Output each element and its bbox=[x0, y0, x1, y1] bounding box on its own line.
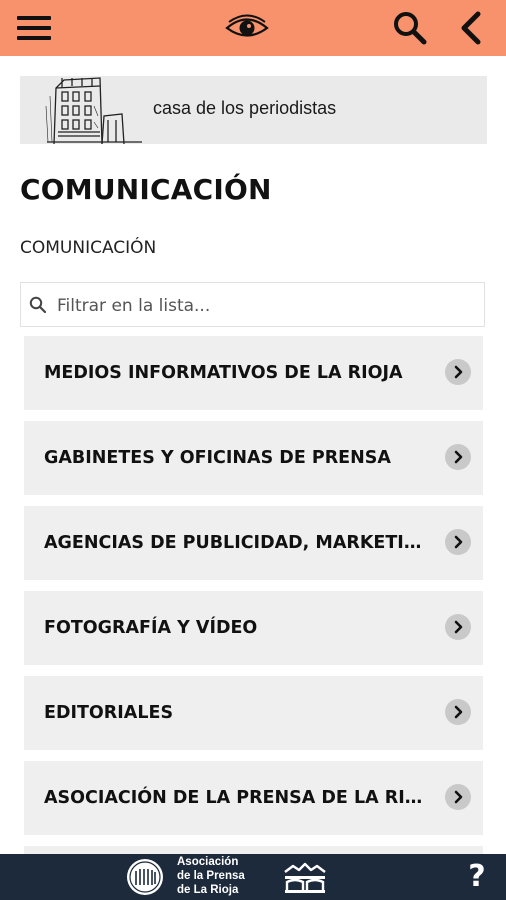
banner[interactable]: casa de los periodistas bbox=[20, 76, 487, 144]
filter-field[interactable] bbox=[20, 282, 485, 327]
chevron-right-icon bbox=[445, 359, 471, 385]
list-item[interactable] bbox=[24, 846, 483, 854]
list-item[interactable]: ASOCIACIÓN DE LA PRENSA DE LA RIOJA bbox=[24, 761, 483, 835]
list-item-label: GABINETES Y OFICINAS DE PRENSA bbox=[44, 448, 391, 468]
search-icon bbox=[29, 296, 47, 314]
list-item-label: EDITORIALES bbox=[44, 703, 174, 723]
back-button[interactable] bbox=[452, 0, 490, 56]
banner-text: casa de los periodistas bbox=[153, 98, 337, 118]
bridge-icon[interactable] bbox=[283, 862, 327, 894]
search-button[interactable] bbox=[388, 0, 432, 56]
list-item[interactable]: AGENCIAS DE PUBLICIDAD, MARKETING Y COMU… bbox=[24, 506, 483, 580]
list-item-label: ASOCIACIÓN DE LA PRENSA DE LA RIOJA bbox=[44, 788, 434, 808]
association-logo-text: Asociación de la Prensa de La Rioja bbox=[177, 855, 277, 897]
footer-bar: Asociación de la Prensa de La Rioja ? bbox=[0, 854, 506, 900]
search-icon bbox=[394, 12, 427, 45]
eye-button[interactable] bbox=[224, 0, 270, 56]
logo-line: Asociación bbox=[177, 856, 239, 868]
filter-input[interactable] bbox=[55, 291, 479, 321]
category-list: MEDIOS INFORMATIVOS DE LA RIOJA GABINETE… bbox=[24, 336, 483, 854]
menu-button[interactable] bbox=[14, 0, 54, 56]
list-item-label: MEDIOS INFORMATIVOS DE LA RIOJA bbox=[44, 363, 403, 383]
building-sketch-image bbox=[45, 77, 142, 144]
back-arrow-icon bbox=[461, 11, 481, 45]
logo-line: de La Rioja bbox=[177, 884, 239, 896]
page-subtitle: COMUNICACIÓN bbox=[20, 238, 157, 258]
help-button[interactable]: ? bbox=[462, 858, 492, 896]
chevron-right-icon bbox=[445, 444, 471, 470]
logo-line: de la Prensa bbox=[177, 870, 245, 882]
chevron-right-icon bbox=[445, 614, 471, 640]
association-logo-icon[interactable] bbox=[124, 857, 166, 897]
app-header bbox=[0, 0, 506, 56]
list-item[interactable]: GABINETES Y OFICINAS DE PRENSA bbox=[24, 421, 483, 495]
chevron-right-icon bbox=[445, 784, 471, 810]
hamburger-menu-icon bbox=[17, 16, 51, 40]
list-item[interactable]: MEDIOS INFORMATIVOS DE LA RIOJA bbox=[24, 336, 483, 410]
list-item[interactable]: EDITORIALES bbox=[24, 676, 483, 750]
list-item-label: AGENCIAS DE PUBLICIDAD, MARKETING Y COMU… bbox=[44, 533, 434, 553]
eye-icon bbox=[225, 14, 269, 37]
chevron-right-icon bbox=[445, 529, 471, 555]
list-item[interactable]: FOTOGRAFÍA Y VÍDEO bbox=[24, 591, 483, 665]
page-title: COMUNICACIÓN bbox=[20, 173, 272, 206]
list-item-label: FOTOGRAFÍA Y VÍDEO bbox=[44, 618, 258, 638]
chevron-right-icon bbox=[445, 699, 471, 725]
